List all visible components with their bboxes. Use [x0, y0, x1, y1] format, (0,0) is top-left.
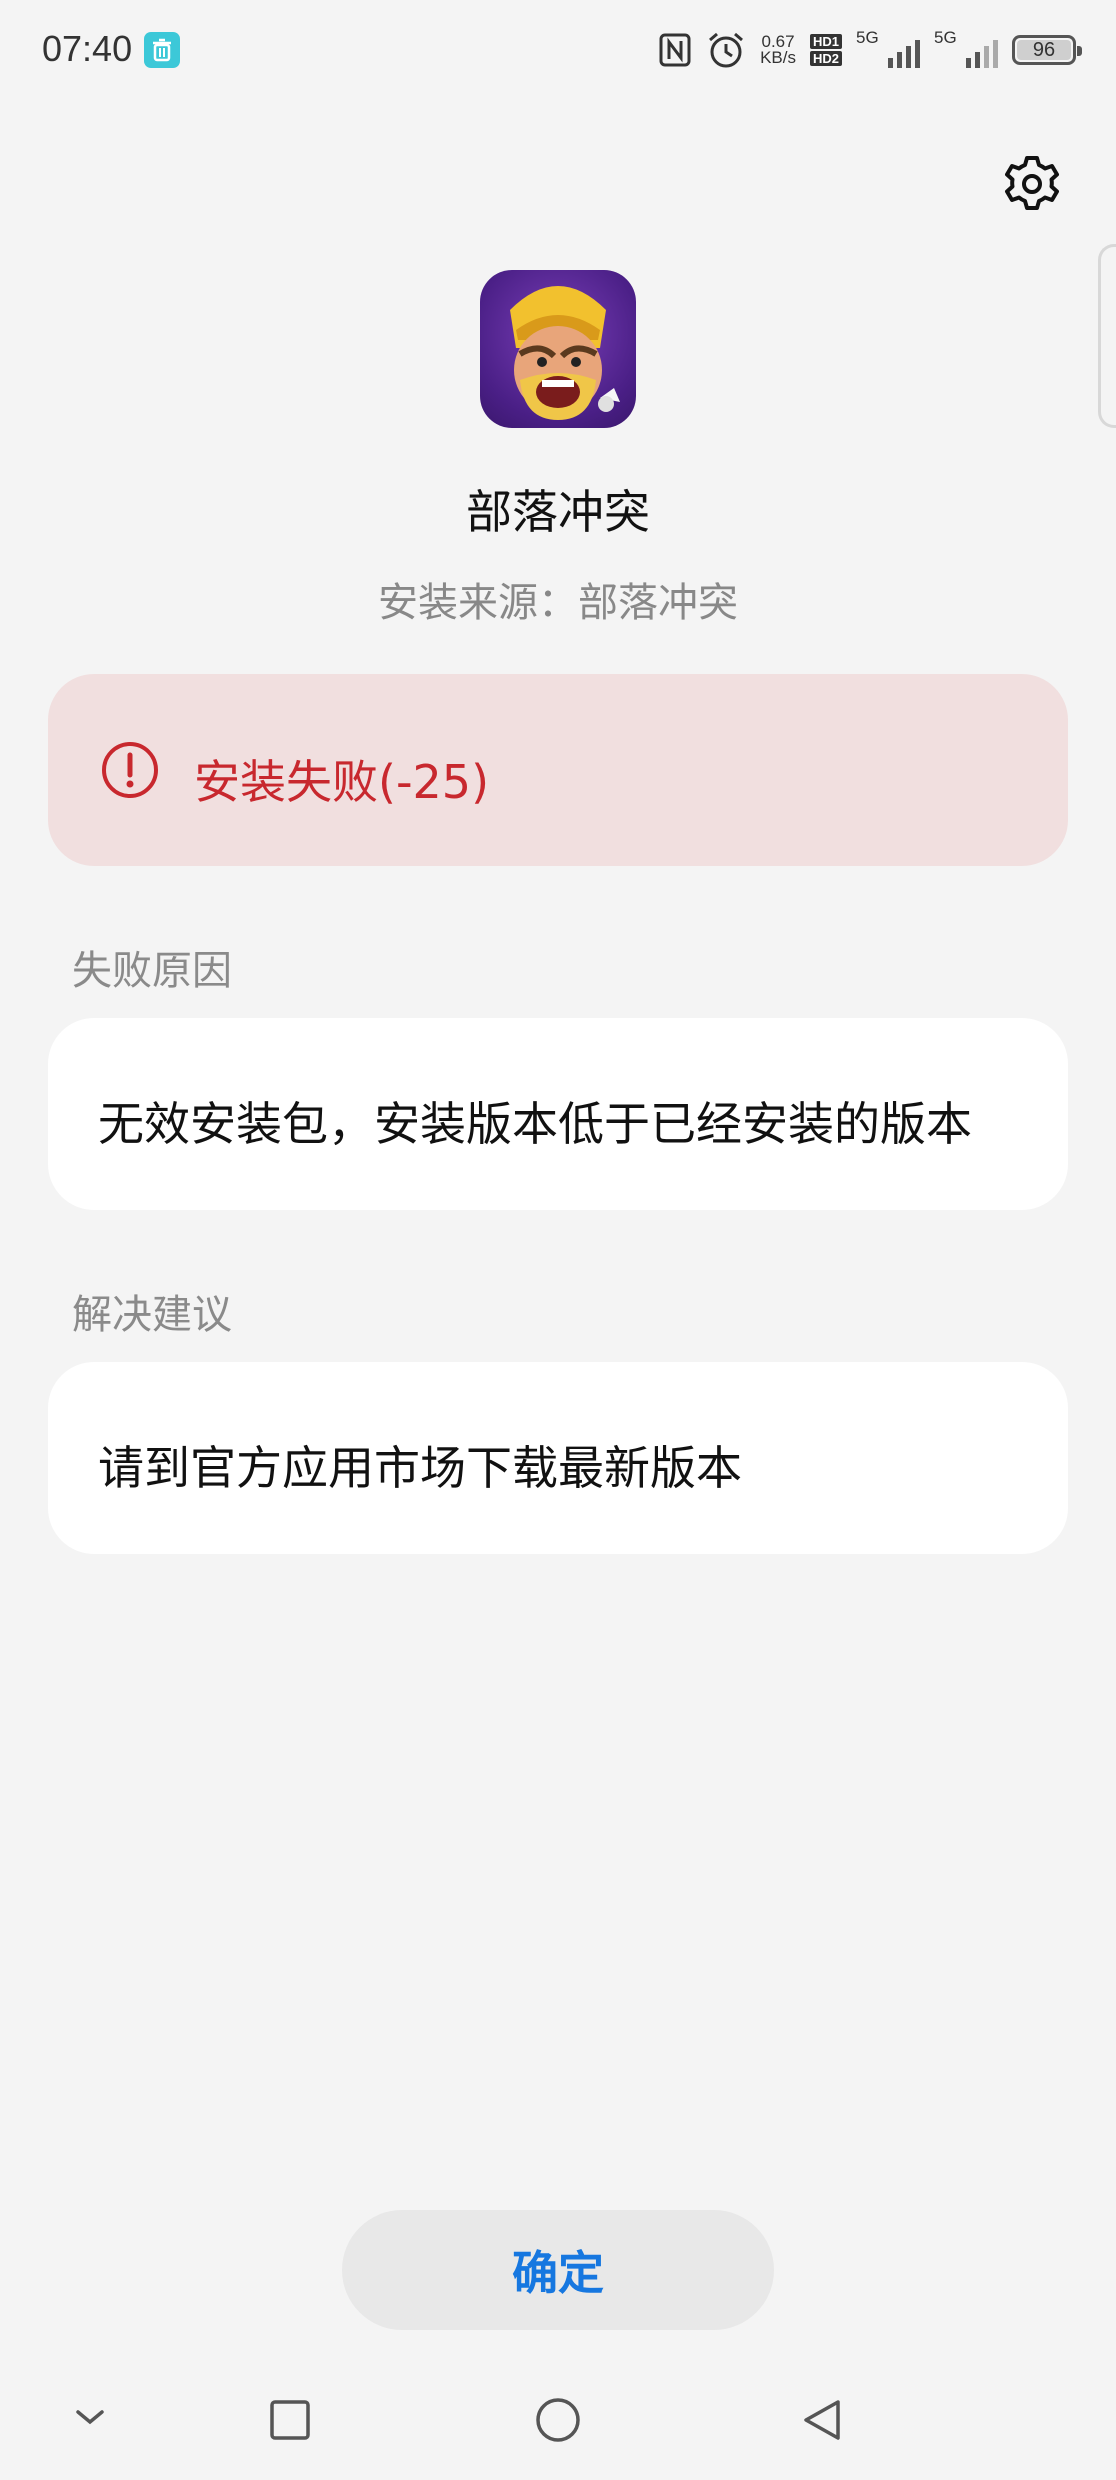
- confirm-button[interactable]: 确定: [342, 2210, 774, 2330]
- gear-icon[interactable]: [1000, 152, 1064, 216]
- sim1-label: 5G: [856, 28, 879, 47]
- home-icon[interactable]: [534, 2396, 582, 2444]
- app-icon: [480, 270, 636, 428]
- network-speed: 0.67 KB/s: [760, 33, 796, 67]
- signal-icon: 5G: [856, 28, 920, 72]
- error-message: 安装失败(-25): [194, 755, 490, 809]
- back-icon[interactable]: [800, 2396, 844, 2444]
- error-icon: [102, 742, 158, 798]
- suggestion-label: 解决建议: [72, 1292, 232, 1338]
- nfc-icon: [659, 33, 691, 67]
- signal-icon-2: 5G: [934, 28, 998, 72]
- trash-icon: [144, 32, 180, 68]
- alarm-icon: [709, 32, 744, 68]
- battery-icon: 96: [1012, 35, 1082, 65]
- status-time: 07:40: [42, 28, 133, 69]
- status-bar: 07:40 0.67 KB/s HD1 HD2 5G 5G 96: [0, 0, 1116, 100]
- app-name: 部落冲突: [466, 485, 650, 539]
- recents-icon[interactable]: [268, 2398, 312, 2442]
- failure-reason-label: 失败原因: [72, 948, 232, 994]
- chevron-down-icon[interactable]: [70, 2402, 110, 2432]
- hd1-label: HD1: [809, 34, 842, 49]
- sim2-label: 5G: [934, 28, 957, 47]
- hd2-label: HD2: [809, 51, 842, 66]
- failure-reason-text: 无效安装包，安装版本低于已经安装的版本: [98, 1097, 972, 1151]
- hd-badge: HD1 HD2: [809, 34, 842, 66]
- suggestion-text: 请到官方应用市场下载最新版本: [98, 1441, 742, 1495]
- side-edge-handle[interactable]: [1098, 244, 1116, 428]
- network-speed-unit: KB/s: [760, 48, 796, 67]
- install-source: 安装来源：部落冲突: [378, 580, 738, 626]
- battery-level: 96: [1032, 38, 1056, 61]
